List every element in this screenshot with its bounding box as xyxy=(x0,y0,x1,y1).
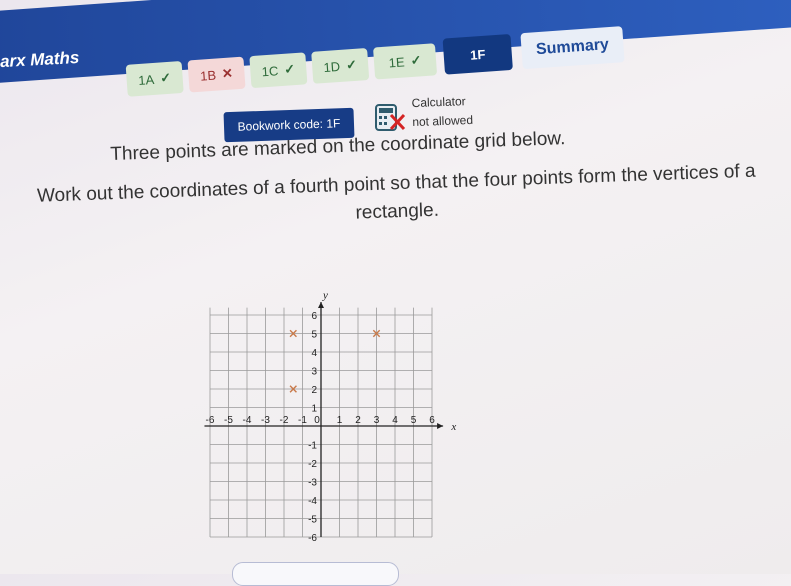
tab-1a[interactable]: 1A ✓ xyxy=(125,60,184,97)
y-tick-label: 1 xyxy=(311,404,317,415)
x-axis-label: x xyxy=(450,421,456,433)
tab-label: 1D xyxy=(322,58,341,75)
calculator-label: Calculator xyxy=(411,94,466,111)
x-tick-label: -5 xyxy=(224,415,233,426)
y-axis-arrow xyxy=(318,302,324,309)
tab-label: 1B xyxy=(199,67,217,84)
calculator-crossed-icon xyxy=(375,104,406,131)
y-tick-label: 3 xyxy=(311,367,317,378)
tab-1d[interactable]: 1D ✓ xyxy=(311,47,370,84)
check-icon: ✓ xyxy=(159,69,172,86)
tab-label: 1C xyxy=(261,62,279,79)
y-tick-label: -2 xyxy=(308,459,317,470)
tab-1f[interactable]: 1F xyxy=(442,33,513,75)
answer-input[interactable] xyxy=(232,562,399,586)
x-tick-label: -6 xyxy=(206,415,215,426)
tab-1b[interactable]: 1B ✕ xyxy=(187,56,246,93)
x-tick-label: -3 xyxy=(261,415,270,426)
y-tick-label: -5 xyxy=(308,515,317,526)
x-tick-label: -1 xyxy=(298,415,307,426)
coordinate-grid: -6 -5 -4 -3 -2 -1 0 1 2 3 4 5 6654321-1-2-3-4-5-6xy xyxy=(204,289,456,544)
cross-icon: ✕ xyxy=(221,65,234,82)
tab-1c[interactable]: 1C ✓ xyxy=(249,52,308,89)
y-tick-label: -4 xyxy=(308,496,317,507)
x-tick-label: 0 xyxy=(314,415,320,426)
x-tick-label: -2 xyxy=(280,415,289,426)
y-tick-label: 5 xyxy=(311,330,317,341)
x-tick-label: -4 xyxy=(243,415,252,426)
y-tick-label: 6 xyxy=(311,311,317,322)
x-tick-label: 1 xyxy=(337,415,343,426)
y-tick-label: 4 xyxy=(311,348,317,359)
tab-label: Summary xyxy=(535,36,610,59)
tab-summary[interactable]: Summary xyxy=(520,26,625,70)
calculator-status: not allowed xyxy=(412,112,474,130)
tab-label: 1F xyxy=(469,46,486,63)
y-tick-label: -3 xyxy=(308,478,317,489)
tab-label: 1A xyxy=(137,71,155,88)
y-axis-label: y xyxy=(322,289,328,301)
y-tick-label: -1 xyxy=(308,441,317,452)
question-line-2: Work out the coordinates of a fourth poi… xyxy=(36,160,756,224)
y-tick-label: -6 xyxy=(308,533,317,544)
check-icon: ✓ xyxy=(283,61,296,77)
y-tick-label: 2 xyxy=(311,385,317,396)
calculator-notice: Calculator not allowed xyxy=(411,92,473,132)
check-icon: ✓ xyxy=(409,52,422,68)
x-tick-label: 2 xyxy=(355,415,361,426)
tab-1e[interactable]: 1E ✓ xyxy=(373,43,438,80)
x-tick-label: 4 xyxy=(392,415,398,426)
x-tick-label: 6 xyxy=(429,415,435,426)
tab-label: 1E xyxy=(388,53,406,70)
check-icon: ✓ xyxy=(345,56,358,73)
x-tick-label: 5 xyxy=(411,415,417,426)
brand-logo[interactable]: arx Maths xyxy=(0,48,80,72)
x-axis-arrow xyxy=(437,423,444,429)
x-tick-label: 3 xyxy=(374,415,380,426)
